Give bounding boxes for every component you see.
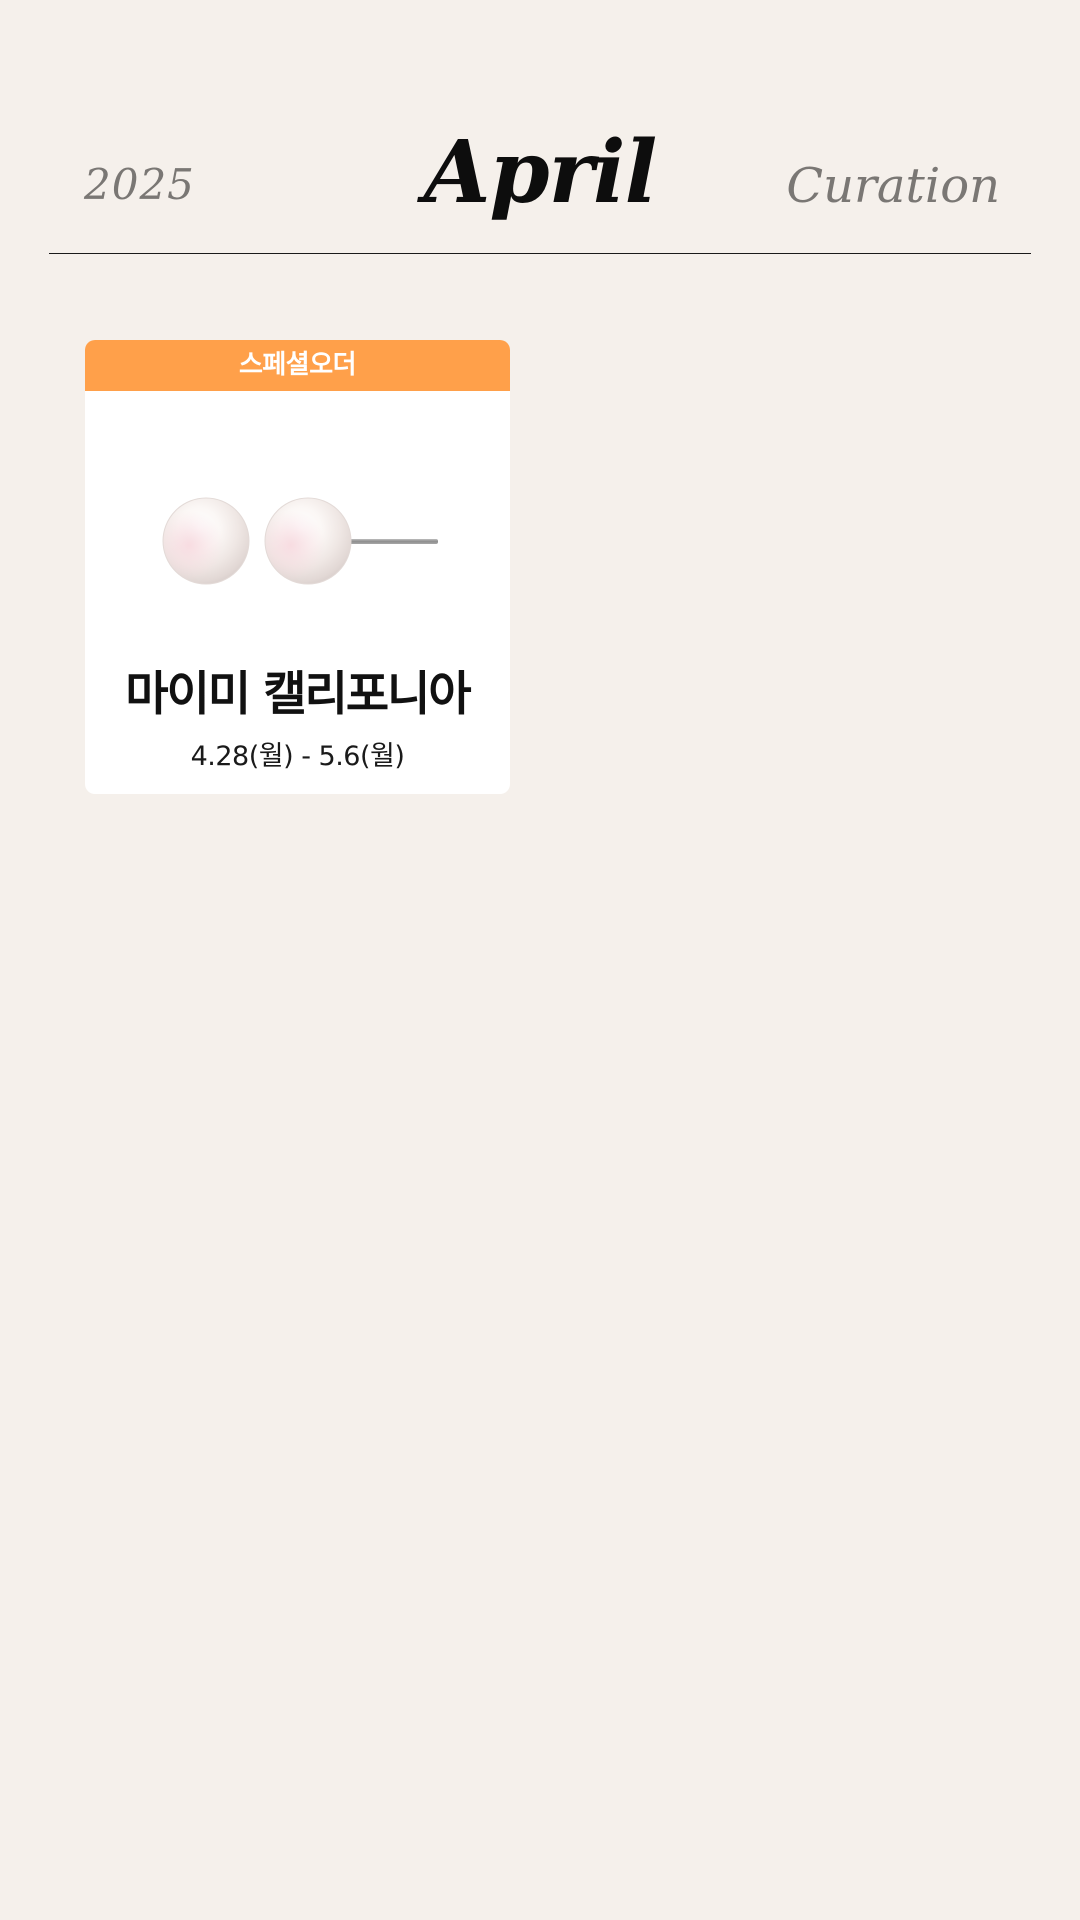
header-label: Curation bbox=[786, 158, 1000, 214]
product-title: 마이미 캘리포니아 bbox=[125, 667, 471, 722]
date-range: 4.28(월) - 5.6(월) bbox=[190, 741, 405, 772]
header-divider bbox=[49, 253, 1031, 254]
product-card[interactable]: 스페셜오더 마이미 캘리포니아 4.28(월) - 5.6(월) bbox=[85, 340, 510, 794]
pearl-earrings-icon bbox=[162, 497, 438, 585]
special-order-badge: 스페셜오더 bbox=[85, 340, 510, 391]
page-header: 2025 April Curation bbox=[0, 0, 1080, 256]
earring-post bbox=[348, 539, 438, 544]
product-image bbox=[85, 391, 510, 686]
